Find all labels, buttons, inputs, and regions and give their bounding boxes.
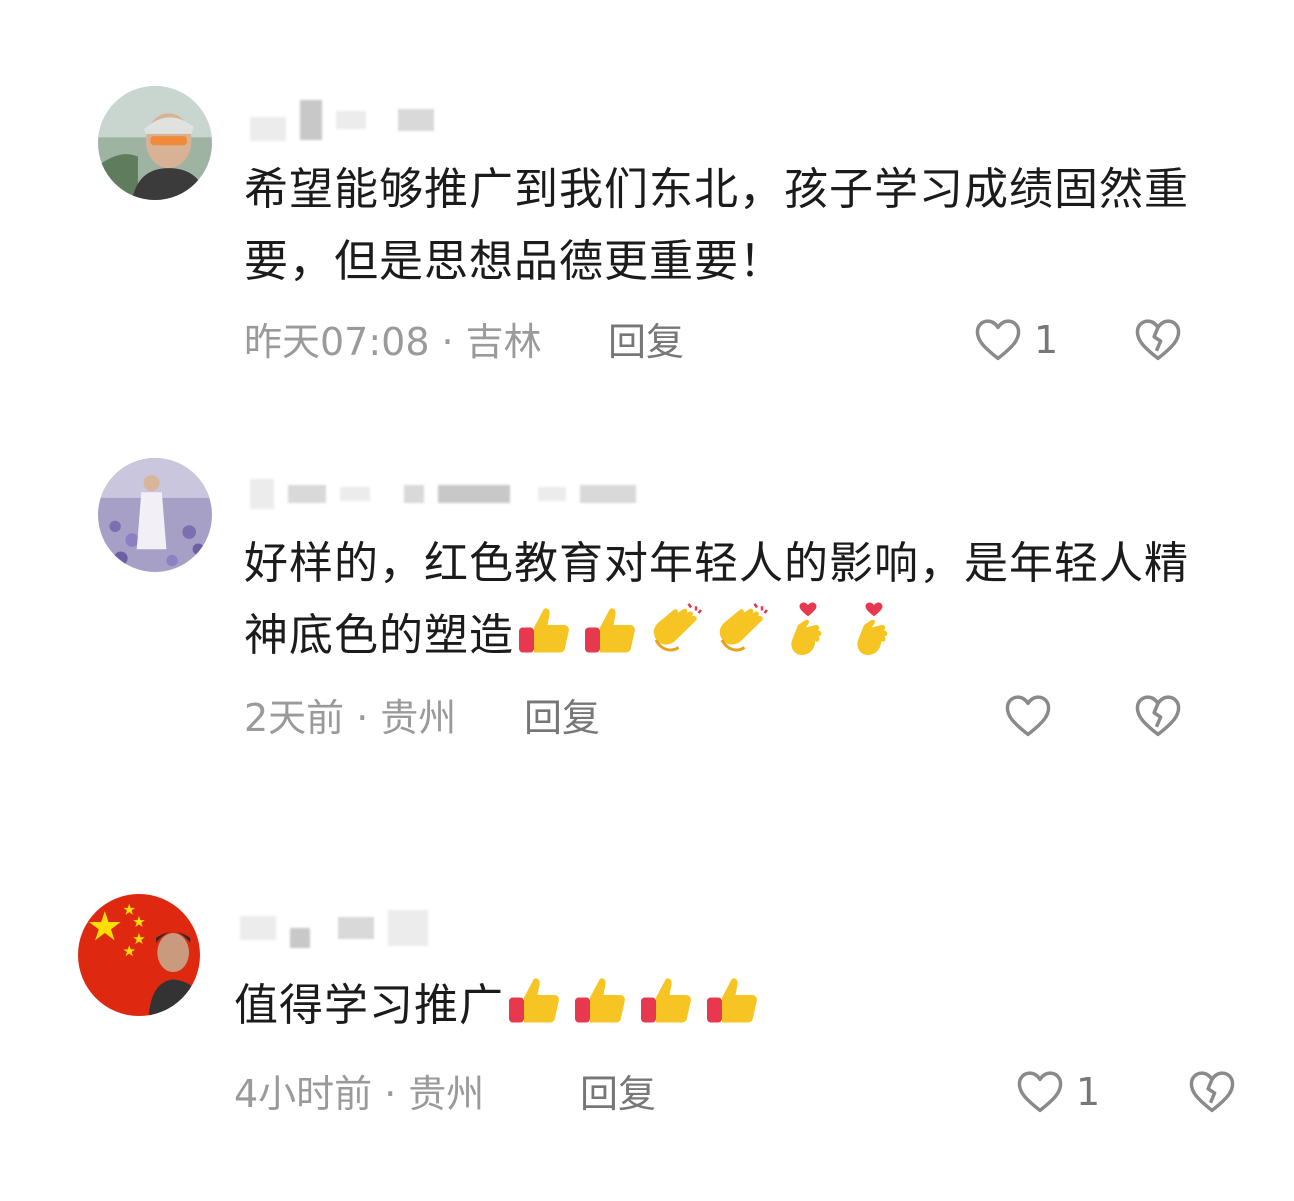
thumbs-up-emoji-icon bbox=[702, 970, 762, 1030]
user-avatar[interactable] bbox=[98, 86, 212, 200]
comment-meta: 2天前 · 贵州 bbox=[244, 694, 456, 742]
comment-location: 贵州 bbox=[408, 1072, 485, 1116]
thumbs-up-emoji-icon bbox=[514, 600, 574, 660]
like-button[interactable] bbox=[1002, 690, 1064, 742]
comment-location: 吉林 bbox=[465, 320, 542, 364]
man-sunglasses-avatar-icon bbox=[98, 86, 212, 200]
clapping-hands-emoji-icon bbox=[712, 600, 772, 660]
like-count: 1 bbox=[1076, 1070, 1101, 1114]
broken-heart-icon bbox=[1135, 695, 1181, 737]
china-flag-avatar-icon bbox=[78, 894, 200, 1016]
thumbs-up-emoji-icon bbox=[580, 600, 640, 660]
user-avatar[interactable] bbox=[78, 894, 200, 1016]
meta-separator: · bbox=[356, 696, 369, 740]
username-blurred bbox=[250, 100, 434, 141]
thumbs-up-emoji-icon bbox=[504, 970, 564, 1030]
comment-text: 好样的，红色教育对年轻人的影响，是年轻人精神底色的塑造 bbox=[244, 538, 1189, 661]
comment-meta: 昨天07:08 · 吉林 bbox=[244, 318, 542, 366]
like-button[interactable]: 1 bbox=[972, 314, 1058, 366]
finger-heart-emoji-icon bbox=[844, 600, 904, 660]
meta-separator: · bbox=[441, 320, 454, 364]
comment-time: 4小时前 bbox=[234, 1072, 373, 1116]
like-button[interactable]: 1 bbox=[1014, 1066, 1100, 1118]
comment-time: 2天前 bbox=[244, 696, 345, 740]
heart-icon bbox=[1005, 695, 1051, 737]
dislike-button[interactable] bbox=[1186, 1066, 1238, 1118]
comment-time: 昨天07:08 bbox=[244, 320, 430, 364]
thumbs-up-emoji-icon bbox=[636, 970, 696, 1030]
username-blurred bbox=[240, 908, 428, 948]
like-count: 1 bbox=[1034, 318, 1059, 362]
username-blurred bbox=[250, 474, 636, 514]
dislike-button[interactable] bbox=[1132, 314, 1184, 366]
reply-button[interactable]: 回复 bbox=[580, 1070, 656, 1118]
user-avatar[interactable] bbox=[98, 458, 212, 572]
thumbs-up-emoji-icon bbox=[570, 970, 630, 1030]
comment-meta: 4小时前 · 贵州 bbox=[234, 1070, 484, 1118]
broken-heart-icon bbox=[1189, 1071, 1235, 1113]
reply-button[interactable]: 回复 bbox=[524, 694, 600, 742]
comment-text: 值得学习推广 bbox=[234, 970, 1194, 1042]
comment-text: 希望能够推广到我们东北，孩子学习成绩固然重要，但是思想品德更重要！ bbox=[244, 164, 1189, 287]
broken-heart-icon bbox=[1135, 319, 1181, 361]
flower-field-avatar-icon bbox=[98, 458, 212, 572]
comment-location: 贵州 bbox=[380, 696, 457, 740]
heart-icon bbox=[975, 319, 1021, 361]
dislike-button[interactable] bbox=[1132, 690, 1184, 742]
heart-icon bbox=[1017, 1071, 1063, 1113]
reply-button[interactable]: 回复 bbox=[608, 318, 684, 366]
clapping-hands-emoji-icon bbox=[646, 600, 706, 660]
finger-heart-emoji-icon bbox=[778, 600, 838, 660]
meta-separator: · bbox=[384, 1072, 397, 1116]
